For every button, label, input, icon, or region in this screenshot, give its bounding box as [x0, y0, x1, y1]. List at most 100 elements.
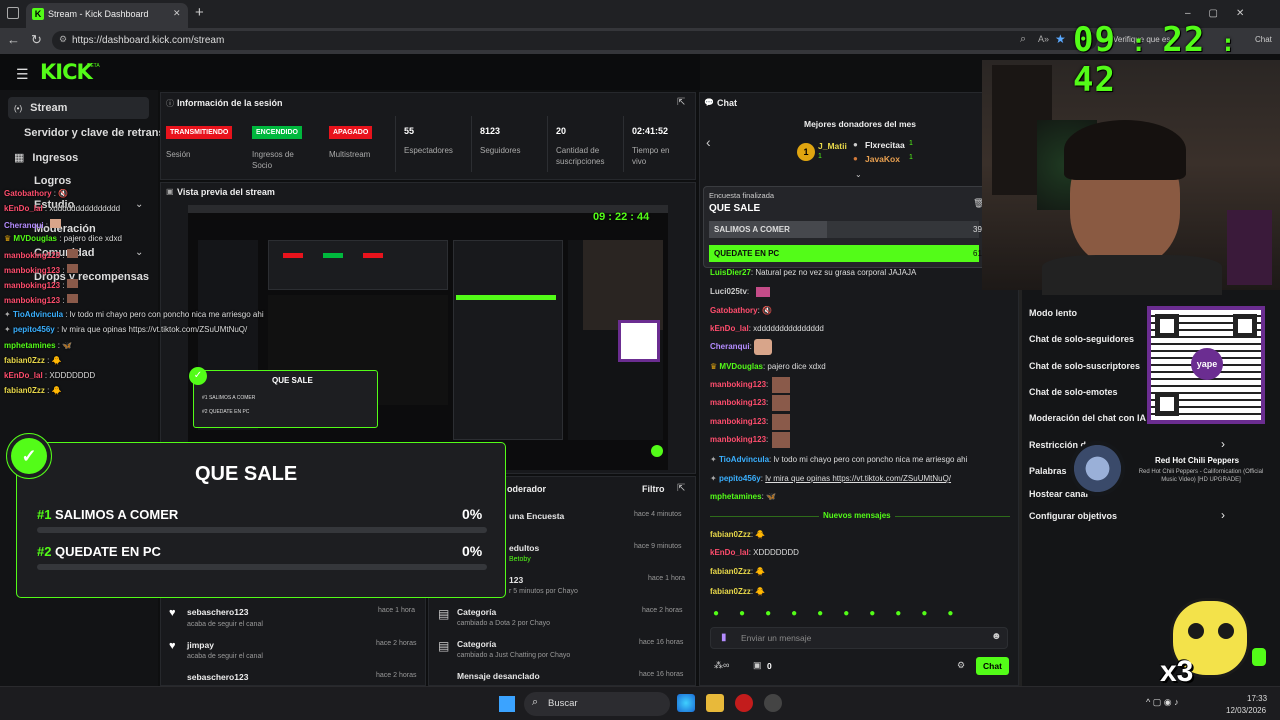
preview-icon: ▣ [166, 187, 174, 196]
nested-poll-title: QUE SALE [272, 376, 313, 385]
emoji-icon[interactable]: ☻ [991, 631, 1002, 642]
qr-finder [1233, 314, 1257, 338]
collapse-icon[interactable]: ⌄ [855, 170, 862, 179]
popout-icon[interactable]: ⇱ [677, 97, 685, 108]
url-text: https://dashboard.kick.com/stream [72, 35, 225, 46]
badge-icon: ✦ [710, 455, 717, 464]
tray-icons[interactable]: ^ ▢ ◉ ♪ [1146, 697, 1179, 708]
emote-icon: 🐥 [51, 356, 62, 365]
file-explorer-icon[interactable] [706, 694, 724, 712]
tab-close-icon[interactable]: ✕ [173, 8, 181, 19]
popout-icon[interactable]: ⇱ [677, 483, 685, 494]
site-info-icon[interactable]: ⚙ [59, 34, 67, 45]
zoom-icon[interactable]: ⌕ [1020, 33, 1026, 46]
badge-icon: ✦ [4, 325, 11, 334]
send-chat-button[interactable]: Chat [976, 657, 1009, 675]
menu-emotes-only[interactable]: Chat de solo-emotes [1029, 387, 1118, 397]
taskbar-time[interactable]: 17:33 [1247, 694, 1267, 703]
emote-icon: 🦋 [62, 341, 73, 350]
mic-icon[interactable]: ▮ [721, 632, 727, 643]
nested-session-panel [268, 240, 448, 290]
taskbar-search[interactable]: ⌕ Buscar [524, 692, 670, 716]
favorite-star-icon[interactable]: ★ [1055, 32, 1066, 46]
back-icon[interactable]: ← [7, 32, 20, 47]
new-tab-button[interactable]: + [195, 4, 204, 21]
chat-message: Luci025tv: [710, 287, 770, 297]
live-time-value: 02:41:52 [632, 126, 669, 136]
edge-icon[interactable] [677, 694, 695, 712]
browser-tab[interactable]: K Stream - Kick Dashboard ✕ [26, 3, 188, 28]
clock-seconds: 42 [1073, 60, 1116, 100]
chevron-right-icon[interactable]: › [1221, 437, 1225, 451]
donor-name[interactable]: Flxrecitaa [865, 140, 905, 150]
follower-name[interactable]: sebaschero123 [187, 607, 248, 617]
follower-name[interactable]: sebaschero123 [187, 672, 248, 682]
menu-subscribers-only[interactable]: Chat de solo-suscriptores [1029, 361, 1140, 371]
heart-icon: ♥ [169, 607, 176, 619]
quick-emotes-row[interactable]: ●●●●●●●●●● [713, 608, 1009, 621]
info-icon: ⓘ [166, 99, 174, 108]
donor-name[interactable]: J_Matii [818, 141, 847, 151]
new-messages-label[interactable]: Nuevos mensajes [819, 511, 895, 520]
emote-icon: 🐥 [755, 530, 766, 539]
follower-time: hace 2 horas [376, 640, 417, 647]
chat-input[interactable]: ▮ Enviar un mensaje ☻ [710, 627, 1008, 649]
chevron-down-icon[interactable]: ⌄ [135, 199, 143, 210]
poll-option-bar: QUEDATE EN PC 61 [709, 245, 982, 262]
filter-button[interactable]: Filtro [642, 484, 665, 494]
menu-words[interactable]: Palabras [1029, 466, 1067, 476]
sidebar-item-achievements[interactable]: Logros [34, 175, 71, 187]
qr-finder [1155, 392, 1179, 416]
chat-message: fabian0Zzz: 🐥 [710, 530, 766, 539]
chat-message: mphetamines: 🦋 [710, 492, 776, 501]
emote-icon [772, 395, 790, 411]
stream-preview-video[interactable]: 09 : 22 : 44 QUE SALE #1 SALIMOS A COMER… [188, 205, 668, 470]
poll-overlay-bar [37, 564, 487, 570]
follower-name[interactable]: jimpay [187, 640, 214, 650]
settings-gear-icon[interactable]: ⚙ [957, 660, 965, 671]
reload-icon[interactable]: ↻ [31, 32, 42, 48]
read-aloud-icon[interactable]: A» [1038, 34, 1049, 44]
menu-followers-only[interactable]: Chat de solo-seguidores [1029, 334, 1134, 344]
chat-message: manboking123: [710, 432, 790, 448]
sidebar-item-income[interactable]: ▦ Ingresos [14, 151, 78, 164]
hamburger-menu-icon[interactable]: ☰ [16, 66, 29, 83]
url-field[interactable]: ⚙ https://dashboard.kick.com/stream ⌕ A»… [52, 31, 1097, 50]
taskbar-date[interactable]: 12/03/2026 [1226, 706, 1266, 715]
emote-icon [66, 249, 78, 258]
menu-slow-mode[interactable]: Modo lento [1029, 308, 1077, 318]
overlay-chat-message: Cheranqui : [4, 219, 62, 230]
album-art [1070, 441, 1125, 496]
follower-time: hace 1 hora [378, 607, 415, 614]
mod-item-time: hace 9 minutos [634, 543, 682, 550]
stat-label: Tiempo en vivo [632, 146, 670, 166]
points-icon[interactable]: ⁂∞ [714, 660, 729, 671]
tab-actions-icon[interactable] [7, 7, 19, 19]
menu-ai-moderation[interactable]: Moderación del chat con IA [1029, 413, 1146, 423]
chevron-right-icon[interactable]: › [1221, 508, 1225, 522]
opera-icon[interactable] [735, 694, 753, 712]
sidebar-item-server-key[interactable]: Servidor y clave de retransm [24, 127, 174, 139]
donor-name[interactable]: JavaKox [865, 154, 900, 164]
tab-title: Stream - Kick Dashboard [48, 9, 149, 19]
yape-qr-code: yape [1147, 306, 1265, 424]
status-badge-multistream: APAGADO [329, 126, 373, 139]
chevron-down-icon[interactable]: ⌄ [135, 247, 143, 258]
income-icon: ▦ [14, 152, 25, 164]
emote-icon [772, 377, 790, 393]
emote-icon [772, 432, 790, 448]
chevron-left-icon[interactable]: ‹ [706, 134, 711, 150]
subs-value: 20 [556, 126, 567, 136]
sidebar-item-stream[interactable]: (•) Stream [14, 102, 67, 114]
windows-start-icon[interactable] [499, 696, 515, 712]
menu-host-channel[interactable]: Hostear canal [1029, 489, 1088, 499]
kick-logo[interactable]: KICK [40, 60, 93, 84]
face-emote-icon [754, 339, 772, 355]
window-controls[interactable]: –▢✕ [1185, 8, 1275, 20]
poll-check-icon: ✓ [11, 438, 47, 474]
shirt [1042, 255, 1222, 295]
menu-configure-goals[interactable]: Configurar objetivos [1029, 511, 1117, 521]
gift-icon[interactable]: ▣ [753, 660, 762, 671]
emote-icon: 🦋 [766, 492, 776, 501]
app-icon[interactable] [764, 694, 782, 712]
